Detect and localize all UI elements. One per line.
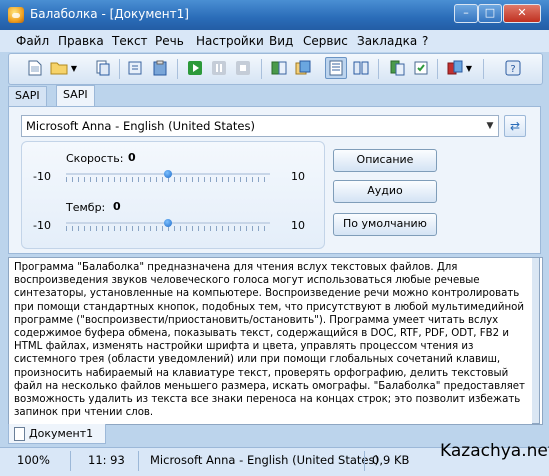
- menu-settings[interactable]: Настройки: [196, 34, 264, 48]
- save-audio-icon[interactable]: [269, 58, 289, 78]
- play-icon[interactable]: [185, 58, 205, 78]
- menu-bookmark[interactable]: Закладка: [357, 34, 417, 48]
- default-button[interactable]: По умолчанию: [333, 213, 437, 236]
- save-split-icon[interactable]: [411, 58, 431, 78]
- menu-edit[interactable]: Правка: [58, 34, 104, 48]
- status-file-size: 0,9 KB: [372, 453, 410, 467]
- help-icon[interactable]: ?: [503, 58, 523, 78]
- pause-icon[interactable]: [209, 58, 229, 78]
- speed-max: 10: [291, 170, 305, 183]
- toolbar: ▼ ▼ ?: [8, 53, 543, 85]
- print-icon[interactable]: [93, 58, 113, 78]
- editor-scrollbar[interactable]: [532, 257, 540, 424]
- audio-button[interactable]: Аудио: [333, 180, 437, 203]
- speed-label: Скорость:: [66, 152, 124, 165]
- open-folder-icon[interactable]: [49, 58, 69, 78]
- text-editor[interactable]: Программа "Балаболка" предназначена для …: [8, 257, 543, 425]
- menu-help[interactable]: ?: [422, 34, 428, 48]
- document-icon: [14, 427, 25, 441]
- refresh-voices-button[interactable]: ⇄: [504, 115, 526, 137]
- window-title: Балаболка - [Документ1]: [30, 7, 189, 21]
- status-zoom: 100%: [17, 453, 50, 467]
- convert-icon[interactable]: [445, 58, 465, 78]
- close-button[interactable]: ✕: [503, 4, 541, 23]
- clipboard-icon[interactable]: [150, 58, 170, 78]
- status-voice: Microsoft Anna - English (United States): [150, 453, 379, 467]
- title-bar[interactable]: Балаболка - [Документ1] – □ ✕: [0, 0, 549, 30]
- document-tab-label: Документ1: [29, 427, 94, 440]
- export-icon[interactable]: [126, 58, 146, 78]
- menu-file[interactable]: Файл: [16, 34, 49, 48]
- pitch-slider-thumb[interactable]: [164, 219, 172, 227]
- stop-icon[interactable]: [233, 58, 253, 78]
- open-dropdown-icon[interactable]: ▼: [69, 58, 79, 78]
- split-file-icon[interactable]: [293, 58, 313, 78]
- menu-bar: Файл Правка Текст Речь Настройки Вид Сер…: [0, 30, 549, 52]
- document-tab[interactable]: Документ1: [8, 424, 106, 444]
- chevron-down-icon[interactable]: ▼: [482, 116, 498, 136]
- tab-sapi5[interactable]: SAPI 5: [56, 85, 95, 119]
- spell-check-icon[interactable]: [387, 58, 407, 78]
- pitch-label: Тембр:: [66, 201, 106, 214]
- read-clipboard-icon[interactable]: [325, 57, 347, 79]
- description-button[interactable]: Описание: [333, 149, 437, 172]
- new-document-icon[interactable]: [25, 58, 45, 78]
- speed-slider[interactable]: [66, 168, 270, 184]
- pitch-min: -10: [33, 219, 51, 232]
- pitch-value: 0: [113, 200, 121, 213]
- voice-select[interactable]: Microsoft Anna - English (United States)…: [21, 115, 499, 137]
- speed-value: 0: [128, 151, 136, 164]
- menu-speech[interactable]: Речь: [155, 34, 184, 48]
- view-mode-icon[interactable]: [351, 58, 371, 78]
- tab-sapi4[interactable]: SAPI 4: [8, 86, 47, 120]
- svg-text:?: ?: [510, 64, 515, 75]
- menu-view[interactable]: Вид: [269, 34, 293, 48]
- voice-select-value: Microsoft Anna - English (United States): [26, 119, 255, 133]
- speed-slider-thumb[interactable]: [164, 170, 172, 178]
- menu-tools[interactable]: Сервис: [303, 34, 348, 48]
- app-icon[interactable]: [8, 7, 24, 23]
- speed-min: -10: [33, 170, 51, 183]
- voice-settings-panel: Microsoft Anna - English (United States)…: [8, 106, 541, 254]
- status-cursor-position: 11: 93: [88, 453, 125, 467]
- options-dropdown-icon[interactable]: ▼: [464, 58, 474, 78]
- maximize-button[interactable]: □: [478, 4, 502, 23]
- minimize-button[interactable]: –: [454, 4, 478, 23]
- pitch-slider[interactable]: [66, 217, 270, 233]
- pitch-max: 10: [291, 219, 305, 232]
- menu-text[interactable]: Текст: [112, 34, 148, 48]
- watermark: Kazachya.net: [440, 441, 549, 461]
